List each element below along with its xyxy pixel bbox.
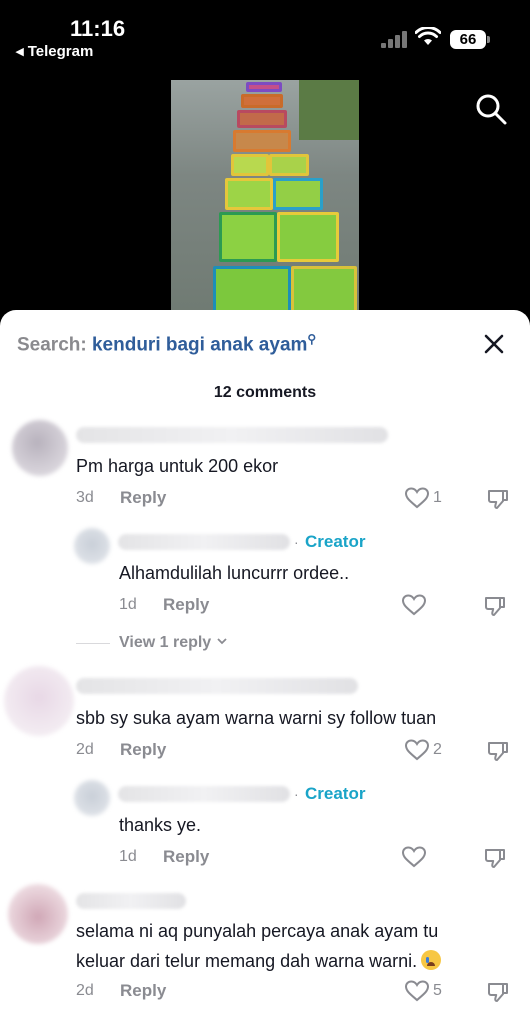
- creator-label: Creator: [305, 532, 366, 551]
- thumbnail-crate: [246, 82, 282, 92]
- view-replies-label: View 1 reply: [119, 634, 212, 651]
- comment-text-line: selama ni aq punyalah percaya anak ayam …: [76, 921, 439, 941]
- thumbnail-crate: [237, 110, 287, 128]
- close-icon[interactable]: [482, 332, 506, 356]
- separator-dot: ·: [294, 534, 299, 550]
- search-icon[interactable]: [474, 92, 508, 126]
- username-blurred[interactable]: [76, 427, 388, 443]
- thumbnail-crate: [273, 178, 323, 210]
- cellular-signal-icon: [381, 30, 409, 48]
- heart-icon[interactable]: [404, 980, 430, 1002]
- comment-time: 1d: [119, 848, 137, 865]
- avatar[interactable]: [8, 884, 68, 944]
- search-small-icon: ⚲: [307, 332, 317, 346]
- comment-text-line2: keluar dari telur memang dah warna warni…: [76, 951, 418, 971]
- search-suggestion[interactable]: Search: kenduri bagi anak ayam⚲: [17, 332, 316, 356]
- status-time: 11:16: [70, 16, 126, 41]
- chevron-down-icon: [217, 638, 227, 645]
- username-blurred[interactable]: [76, 678, 358, 694]
- reply-button[interactable]: Reply: [120, 488, 166, 508]
- heart-icon[interactable]: [401, 846, 427, 868]
- crying-face-emoji-icon: [421, 950, 442, 970]
- comment-time: 1d: [119, 596, 137, 613]
- search-prefix: Search:: [17, 334, 87, 356]
- avatar[interactable]: [4, 666, 74, 736]
- comment-text-line: keluar dari telur memang dah warna warni…: [76, 950, 442, 972]
- heart-icon[interactable]: [404, 487, 430, 509]
- comments-count: 12 comments: [213, 384, 317, 401]
- thumbnail-crate: [277, 212, 339, 262]
- reply-button[interactable]: Reply: [120, 981, 166, 1001]
- reply-button[interactable]: Reply: [163, 847, 209, 867]
- comment-text: Pm harga untuk 200 ekor: [76, 456, 279, 476]
- heart-icon[interactable]: [404, 739, 430, 761]
- dislike-icon[interactable]: [483, 594, 507, 618]
- creator-username-blurred[interactable]: [118, 786, 290, 802]
- heart-icon[interactable]: [401, 594, 427, 616]
- status-bar: 11:16 ◂ Telegram 66: [0, 0, 530, 62]
- comment-text: sbb sy suka ayam warna warni sy follow t…: [76, 708, 437, 728]
- back-to-telegram-link[interactable]: ◂ Telegram: [16, 42, 93, 60]
- username-blurred[interactable]: [76, 893, 186, 909]
- battery-indicator: 66: [450, 30, 490, 49]
- thumbnail-crate: [233, 130, 291, 152]
- search-query-link[interactable]: kenduri bagi anak ayam: [92, 334, 307, 355]
- creator-label: Creator: [305, 784, 366, 803]
- avatar[interactable]: [12, 420, 68, 476]
- view-replies-button[interactable]: View 1 reply: [119, 634, 228, 652]
- comment-text: thanks ye.: [119, 815, 202, 835]
- view-replies-divider: [76, 643, 110, 644]
- comments-sheet: Search: kenduri bagi anak ayam⚲ 12 comme…: [0, 310, 530, 1024]
- comment-time: 2d: [76, 982, 94, 999]
- dislike-icon[interactable]: [486, 739, 510, 763]
- dislike-icon[interactable]: [483, 846, 507, 870]
- dislike-icon[interactable]: [486, 487, 510, 511]
- dislike-icon[interactable]: [486, 980, 510, 1004]
- reply-button[interactable]: Reply: [120, 740, 166, 760]
- like-count: 2: [433, 741, 442, 758]
- reply-button[interactable]: Reply: [163, 595, 209, 615]
- wifi-icon: [415, 27, 441, 45]
- thumbnail-crate: [225, 178, 273, 210]
- creator-username-blurred[interactable]: [118, 534, 290, 550]
- video-preview[interactable]: [0, 62, 530, 322]
- comment-time: 3d: [76, 489, 94, 506]
- like-count: 5: [433, 982, 442, 999]
- thumbnail-crate: [269, 154, 309, 176]
- separator-dot: ·: [294, 786, 299, 802]
- thumbnail-crate: [231, 154, 269, 176]
- video-thumbnail[interactable]: [171, 80, 359, 320]
- creator-avatar[interactable]: [74, 780, 110, 816]
- comment-time: 2d: [76, 741, 94, 758]
- comment-text: Alhamdulilah luncurrr ordee..: [119, 563, 350, 583]
- like-count: 1: [433, 489, 442, 506]
- creator-avatar[interactable]: [74, 528, 110, 564]
- thumbnail-grass: [299, 80, 359, 140]
- thumbnail-crate: [241, 94, 283, 108]
- thumbnail-crate: [219, 212, 277, 262]
